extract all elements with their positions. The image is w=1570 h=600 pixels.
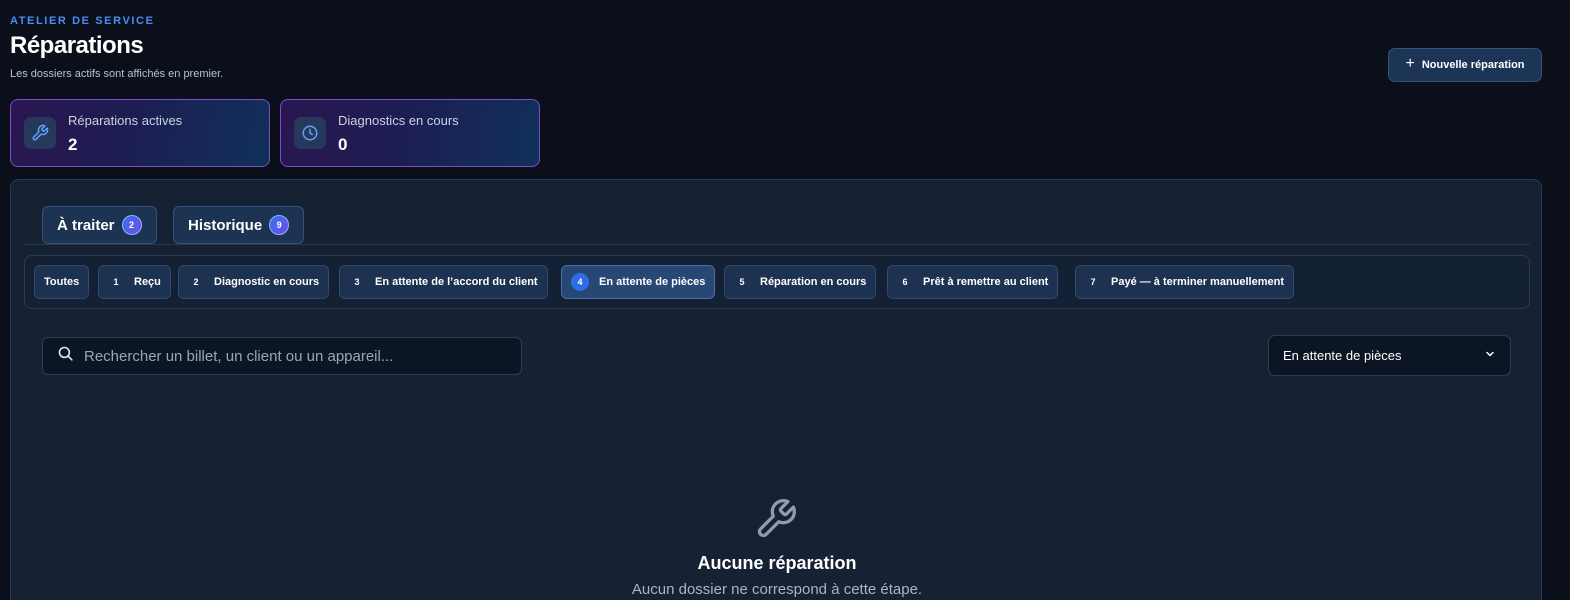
- new-repair-button[interactable]: + Nouvelle réparation: [1388, 48, 1542, 82]
- wrench-icon: [24, 117, 56, 149]
- empty-state-title: Aucune réparation: [697, 553, 857, 573]
- step-diagnostic[interactable]: 2 Diagnostic en cours: [178, 265, 330, 299]
- step-label: Reçu: [134, 276, 161, 288]
- step-label: En attente de pièces: [599, 276, 706, 288]
- repairs-page: ATELIER DE SERVICE Réparations Les dossi…: [0, 0, 1570, 600]
- count-badge: 2: [121, 215, 142, 235]
- search-box: [42, 337, 522, 375]
- step-received[interactable]: 1 Reçu: [98, 265, 171, 299]
- step-ready[interactable]: 6 Prêt à remettre au client: [887, 265, 1059, 299]
- step-label: Prêt à remettre au client: [923, 276, 1049, 288]
- step-awaiting-parts[interactable]: 4 En attente de pièces: [561, 265, 716, 299]
- step-label: Réparation en cours: [760, 276, 867, 288]
- step-repair-in-progress[interactable]: 5 Réparation en cours: [724, 265, 877, 299]
- empty-state-subtitle: Aucun dossier ne correspond à cette étap…: [631, 581, 923, 598]
- stat-card-diagnostics: Diagnostics en cours 0: [280, 99, 540, 167]
- step-label: Toutes: [44, 276, 80, 288]
- step-label: Payé — à terminer manuellement: [1111, 276, 1285, 288]
- tab-divider: [25, 244, 1530, 245]
- step-select-value: En attente de pièces: [1283, 348, 1402, 363]
- clock-icon: [294, 117, 326, 149]
- page-title: Réparations: [10, 32, 144, 59]
- step-number: 1: [113, 277, 119, 287]
- stat-label: Réparations actives: [68, 113, 183, 128]
- tab-to-process[interactable]: À traiter 2: [42, 206, 157, 244]
- stat-value: 2: [68, 135, 78, 154]
- step-number: 4: [571, 273, 589, 291]
- stat-value: 0: [338, 135, 348, 154]
- section-eyebrow: ATELIER DE SERVICE: [10, 15, 155, 27]
- new-repair-label: Nouvelle réparation: [1421, 59, 1525, 71]
- step-paid[interactable]: 7 Payé — à terminer manuellement: [1075, 265, 1295, 299]
- step-awaiting-approval[interactable]: 3 En attente de l’accord du client: [339, 265, 548, 299]
- tab-history[interactable]: Historique 9: [173, 206, 305, 244]
- stat-label: Diagnostics en cours: [338, 113, 459, 128]
- step-filter-bar: Toutes 1 Reçu 2 Diagnostic en cours 3 En…: [24, 255, 1530, 309]
- step-number: 7: [1090, 277, 1096, 287]
- step-number: 5: [739, 277, 745, 287]
- chevron-down-icon: [1484, 348, 1496, 363]
- step-all[interactable]: Toutes: [34, 265, 90, 299]
- step-label: En attente de l’accord du client: [375, 276, 538, 288]
- count-badge: 9: [269, 215, 290, 235]
- page-subtitle: Les dossiers actifs sont affichés en pre…: [10, 68, 224, 80]
- search-input[interactable]: [84, 347, 504, 365]
- step-number: 6: [902, 277, 908, 287]
- stat-card-active-repairs: Réparations actives 2: [10, 99, 270, 167]
- plus-icon: +: [1405, 55, 1415, 72]
- tab-label: À traiter: [57, 216, 115, 234]
- step-select[interactable]: En attente de pièces: [1268, 335, 1511, 376]
- repairs-panel: À traiter 2 Historique 9 Toutes 1 Reçu 2…: [10, 179, 1542, 600]
- step-number: 3: [354, 277, 360, 287]
- step-number: 2: [193, 277, 199, 287]
- step-label: Diagnostic en cours: [214, 276, 320, 288]
- search-icon: [57, 345, 74, 367]
- tab-label: Historique: [188, 216, 263, 234]
- wrench-icon: [754, 497, 798, 546]
